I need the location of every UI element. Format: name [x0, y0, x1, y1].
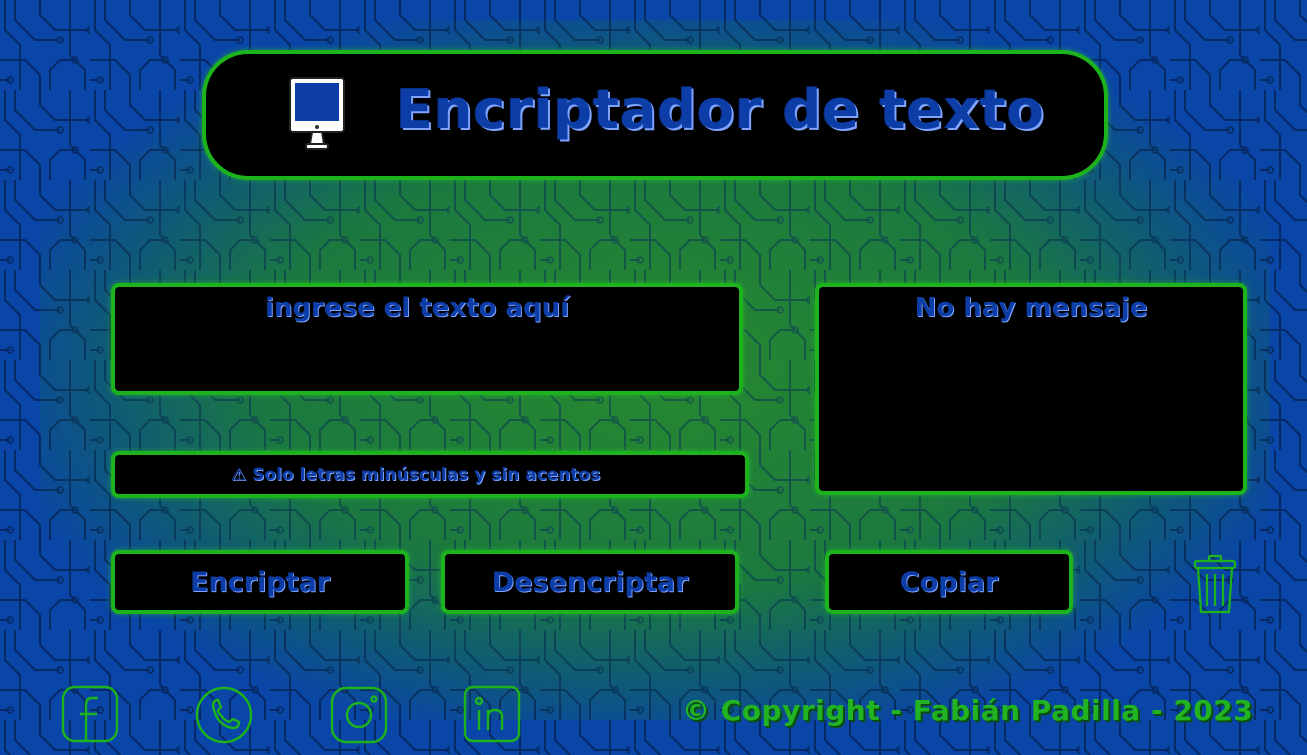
copy-button[interactable]: Copiar	[825, 550, 1073, 614]
header-banner: Encriptador de texto	[202, 50, 1108, 180]
text-input[interactable]: ingrese el texto aquí	[111, 283, 743, 395]
input-placeholder: ingrese el texto aquí	[265, 293, 570, 323]
copy-button-label: Copiar	[899, 567, 999, 598]
monitor-icon	[289, 77, 345, 150]
output-message: No hay mensaje	[914, 293, 1148, 323]
linkedin-icon[interactable]	[462, 684, 524, 746]
warning-text: ⚠ Solo letras minúsculas y sin acentos	[231, 465, 601, 485]
encrypt-button-label: Encriptar	[189, 567, 330, 598]
decrypt-button-label: Desencriptar	[491, 567, 689, 598]
warning-banner: ⚠ Solo letras minúsculas y sin acentos	[111, 451, 749, 498]
trash-icon[interactable]	[1192, 554, 1238, 616]
page-title: Encriptador de texto	[396, 78, 1045, 141]
instagram-icon[interactable]	[328, 684, 390, 746]
decrypt-button[interactable]: Desencriptar	[441, 550, 739, 614]
facebook-icon[interactable]	[60, 684, 122, 746]
copyright-text: © Copyright - Fabián Padilla - 2023	[682, 694, 1254, 727]
output-area: No hay mensaje	[815, 283, 1247, 495]
whatsapp-icon[interactable]	[193, 684, 255, 746]
encrypt-button[interactable]: Encriptar	[111, 550, 409, 614]
